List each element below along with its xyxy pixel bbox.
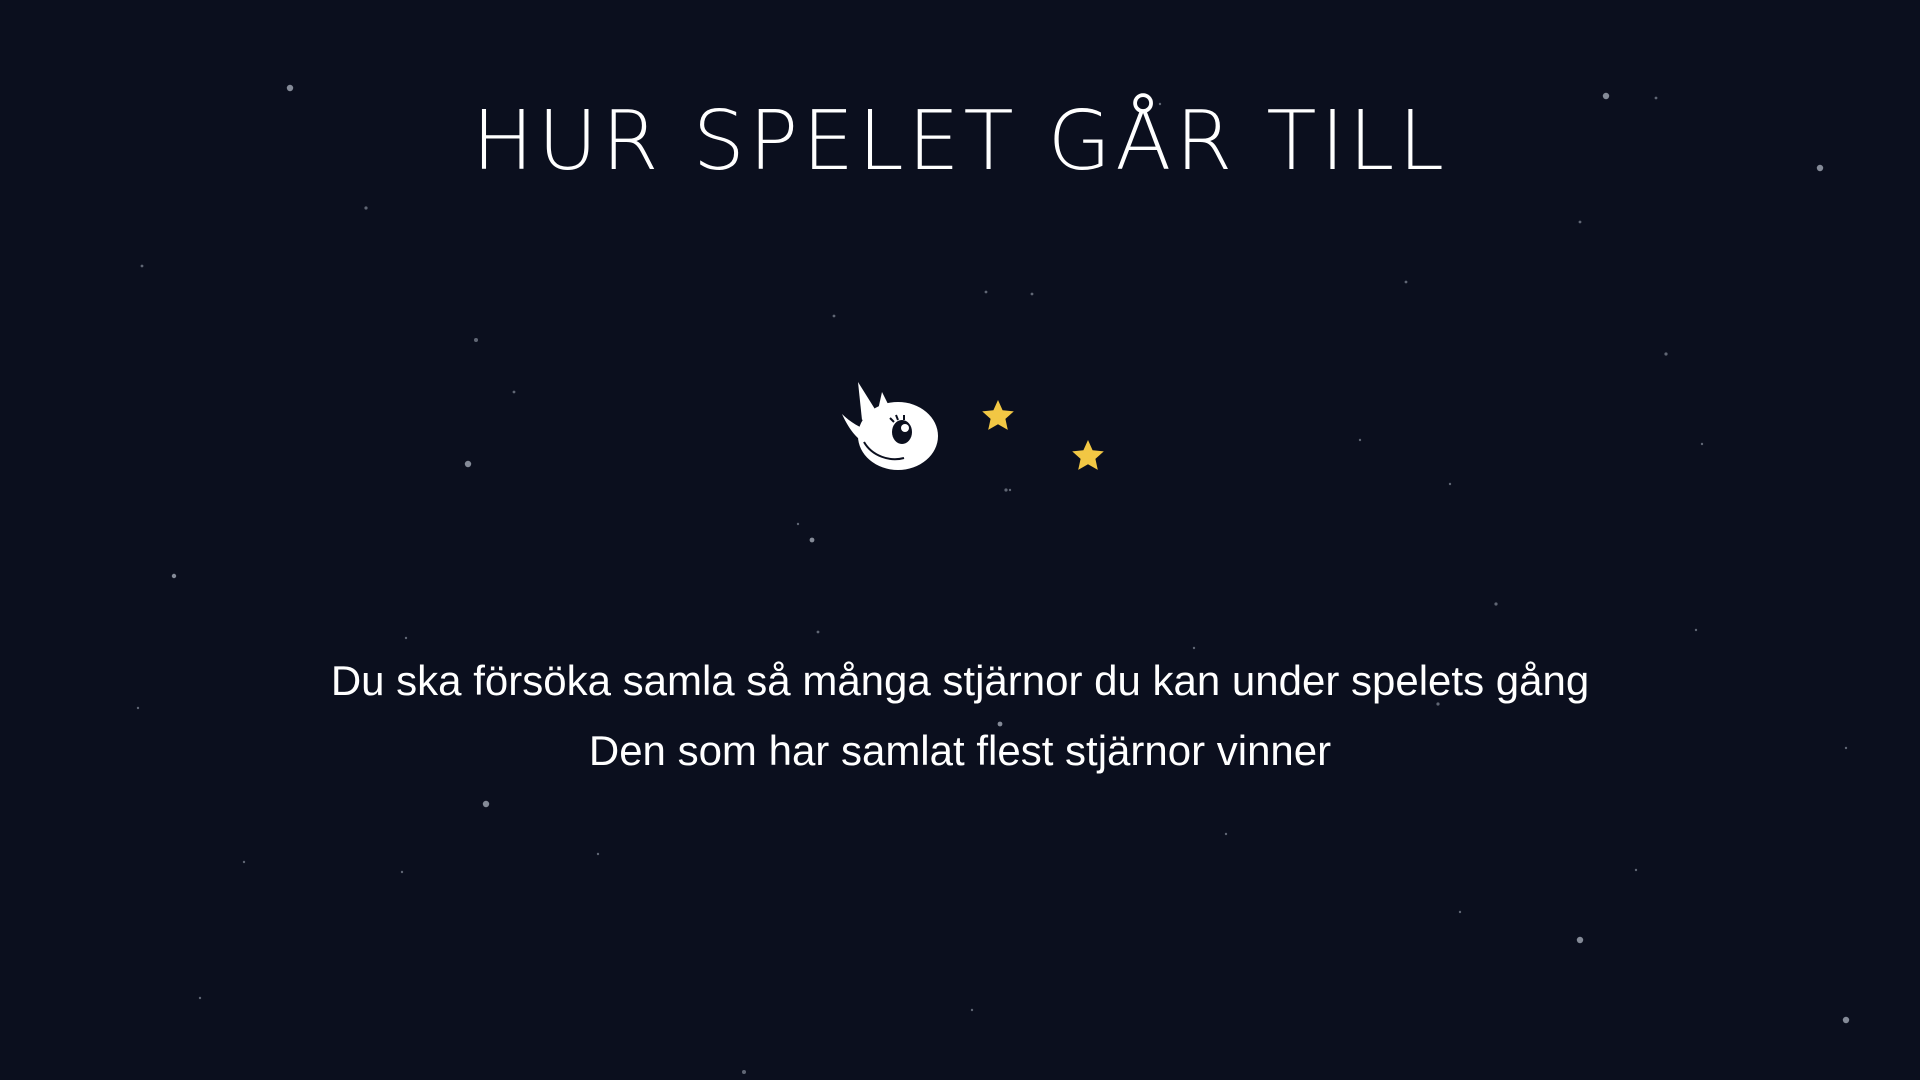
gameplay-illustration xyxy=(842,382,1104,470)
background-dot xyxy=(1030,292,1034,296)
background-dot xyxy=(1448,482,1452,486)
background-dot xyxy=(1224,832,1228,836)
background-dot xyxy=(796,522,800,526)
background-dot xyxy=(1634,868,1638,872)
background-dot xyxy=(512,390,516,394)
background-dot xyxy=(1664,352,1668,356)
star-icon xyxy=(1072,440,1104,470)
background-dot xyxy=(1404,280,1408,284)
star-icon xyxy=(982,400,1014,430)
background-dot xyxy=(242,860,246,864)
background-dot xyxy=(1842,1016,1850,1024)
background-dot xyxy=(482,800,490,808)
background-dot xyxy=(140,264,144,268)
background-dot xyxy=(1494,602,1498,606)
background-dot xyxy=(400,870,404,874)
background-dot xyxy=(596,852,600,856)
background-dot xyxy=(809,537,815,543)
background-dot xyxy=(1694,628,1698,632)
page-title: HUR SPELET GÅR TILL xyxy=(472,94,1448,189)
background-dot xyxy=(198,996,202,1000)
background-dot xyxy=(171,573,177,579)
background-dot xyxy=(1358,438,1362,442)
background-dot xyxy=(1576,936,1584,944)
background-dot xyxy=(286,84,294,92)
background-dot xyxy=(832,314,836,318)
instruction-line: Den som har samlat flest stjärnor vinner xyxy=(588,727,1332,774)
background-dot xyxy=(1458,910,1462,914)
background-dot xyxy=(742,1070,746,1074)
background-dot xyxy=(970,1008,974,1012)
game-instructions-screen: HUR SPELET GÅR TILL Du ska försöka samla… xyxy=(0,0,1920,1080)
background-dot xyxy=(404,636,408,640)
background-dot xyxy=(1700,442,1704,446)
background-dot xyxy=(474,338,478,342)
background-dot xyxy=(984,290,988,294)
unicorn-creature-icon xyxy=(842,382,938,470)
background-dot xyxy=(816,630,820,634)
background-dot xyxy=(364,206,368,210)
instructions-text: Du ska försöka samla så många stjärnor d… xyxy=(0,646,1920,786)
background-dot xyxy=(1578,220,1582,224)
background-dot xyxy=(464,460,472,468)
instruction-line: Du ska försöka samla så många stjärnor d… xyxy=(330,657,1590,704)
